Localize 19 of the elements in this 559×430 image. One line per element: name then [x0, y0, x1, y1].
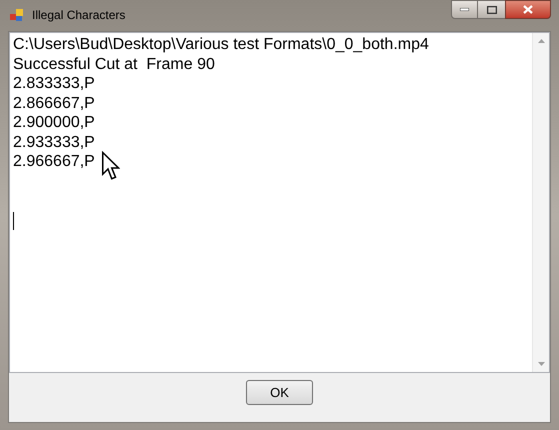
text-caret	[13, 212, 14, 230]
minimize-icon	[460, 8, 469, 11]
text-line: C:\Users\Bud\Desktop\Various test Formats\0_0_both.mp4	[13, 35, 429, 54]
app-icon	[10, 8, 24, 22]
maximize-icon	[486, 6, 496, 14]
mouse-pointer-icon	[102, 151, 120, 181]
text-line: 2.966667,P	[13, 152, 95, 172]
minimize-button[interactable]	[451, 0, 478, 19]
text-line: Successful Cut at Frame 90	[13, 54, 215, 74]
close-button[interactable]	[505, 0, 551, 19]
text-line: 2.900000,P	[13, 113, 95, 132]
text-line: 2.933333,P	[13, 132, 95, 152]
text-line: 2.833333,P	[13, 74, 95, 94]
ok-button[interactable]: OK	[246, 380, 313, 405]
window-title: Illegal Characters	[32, 7, 126, 24]
text-box[interactable]: C:\Users\Bud\Desktop\Various test Formats\0_0_both.mp4 Successful Cut at Frame 90 2.833333,P 2.866667,P 2.900000,P 2.933333,P 2.966667,P	[9, 32, 550, 373]
close-icon	[523, 5, 533, 14]
maximize-button[interactable]	[478, 0, 505, 19]
text-line: 2.866667,P	[13, 94, 95, 113]
